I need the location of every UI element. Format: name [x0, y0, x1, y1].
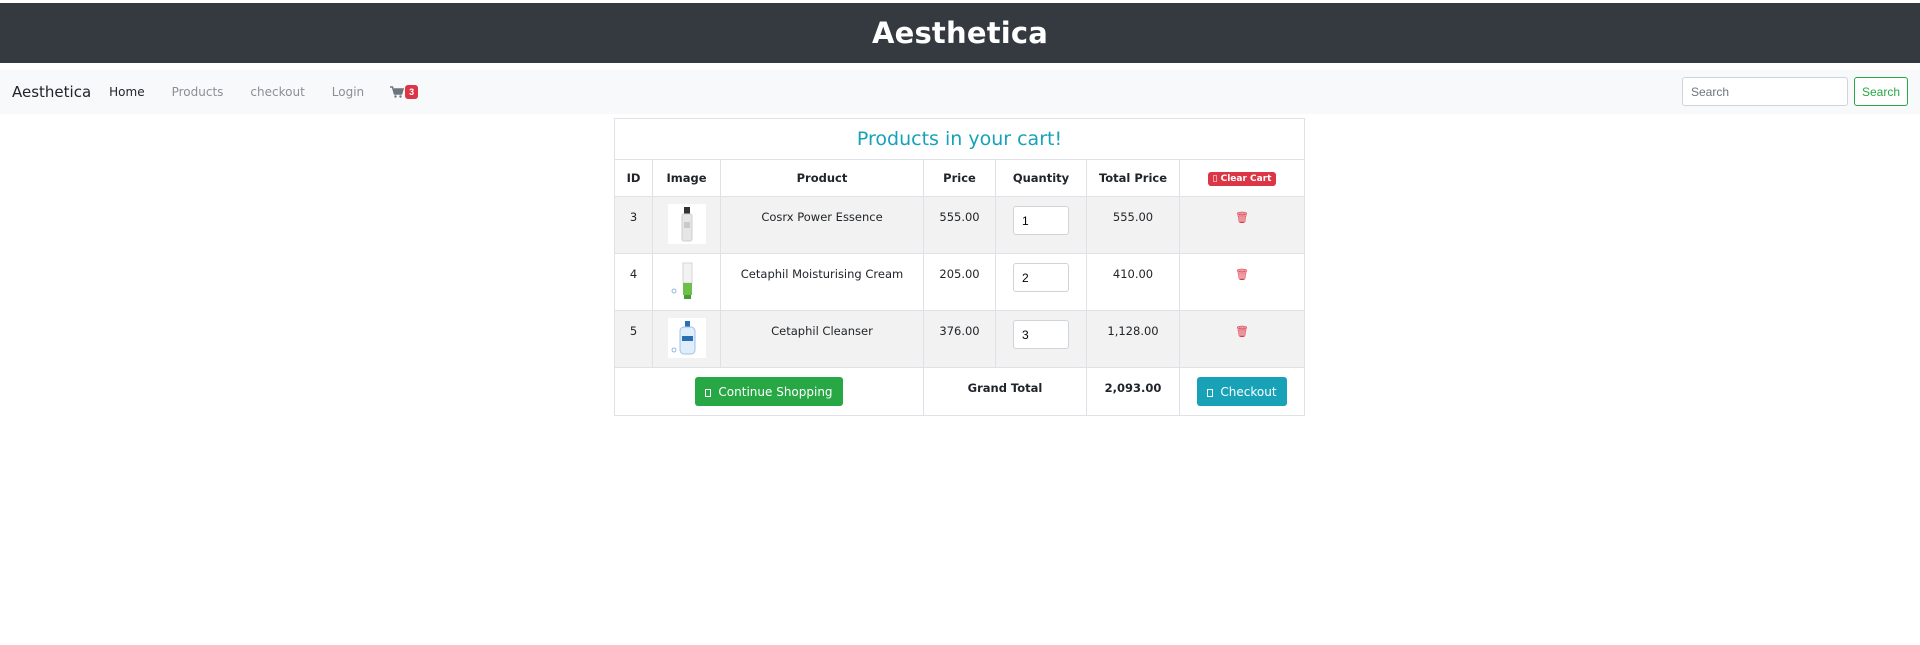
- search-input[interactable]: [1682, 77, 1848, 106]
- continue-cell: Continue Shopping: [614, 367, 924, 416]
- table-row: 5 Cetaphil Cleanser 376.00 1,128.00 🗑: [614, 310, 1305, 368]
- site-title: Aesthetica: [871, 16, 1049, 50]
- quantity-input[interactable]: [1013, 320, 1069, 349]
- product-image: [667, 261, 706, 301]
- row-product: Cosrx Power Essence: [720, 196, 924, 254]
- row-product: Cetaphil Moisturising Cream: [720, 253, 924, 311]
- row-quantity-cell: [995, 310, 1087, 368]
- trash-icon: ▯: [1212, 174, 1221, 184]
- row-price: 205.00: [923, 253, 996, 311]
- row-id: 5: [614, 310, 653, 368]
- col-image: Image: [652, 159, 721, 197]
- navbar-brand[interactable]: Aesthetica: [12, 83, 91, 101]
- site-header: Aesthetica: [0, 3, 1920, 63]
- row-price: 376.00: [923, 310, 996, 368]
- credit-card-icon: [1207, 388, 1214, 397]
- row-image-cell: [652, 253, 721, 311]
- table-row: 4 Cetaphil Moisturising Cream 205.00 410…: [614, 253, 1305, 311]
- clear-cart-button[interactable]: ▯ Clear Cart: [1207, 172, 1277, 186]
- row-total: 410.00: [1086, 253, 1180, 311]
- continue-shopping-button[interactable]: Continue Shopping: [695, 377, 843, 406]
- row-quantity-cell: [995, 196, 1087, 254]
- continue-shopping-label: Continue Shopping: [718, 384, 833, 399]
- grand-total-value: 2,093.00: [1086, 367, 1180, 416]
- col-product: Product: [720, 159, 924, 197]
- shopping-cart-icon: [390, 86, 405, 98]
- nav-checkout[interactable]: checkout: [250, 85, 304, 99]
- row-image-cell: [652, 196, 721, 254]
- cart-caption-cell: Products in your cart!: [614, 118, 1305, 160]
- nav-login[interactable]: Login: [332, 85, 364, 99]
- row-delete-cell: 🗑: [1179, 253, 1305, 311]
- nav-cart[interactable]: 3: [390, 85, 419, 99]
- search-form: Search: [1682, 77, 1908, 106]
- search-button[interactable]: Search: [1854, 77, 1908, 106]
- row-delete-cell: 🗑: [1179, 310, 1305, 368]
- col-price: Price: [923, 159, 996, 197]
- row-product: Cetaphil Cleanser: [720, 310, 924, 368]
- checkout-cell: Checkout: [1179, 367, 1305, 416]
- quantity-input[interactable]: [1013, 206, 1069, 235]
- col-id: ID: [614, 159, 653, 197]
- product-image: [667, 318, 706, 358]
- row-quantity-cell: [995, 253, 1087, 311]
- navbar: Aesthetica Home Products checkout Login …: [0, 70, 1920, 114]
- clear-cart-label: Clear Cart: [1220, 174, 1272, 184]
- delete-item-icon[interactable]: 🗑: [1235, 268, 1249, 281]
- cart-caption: Products in your cart!: [856, 128, 1063, 150]
- row-id: 4: [614, 253, 653, 311]
- table-row: 3 Cosrx Power Essence 555.00 555.00 🗑: [614, 196, 1305, 254]
- nav-products[interactable]: Products: [172, 85, 224, 99]
- cart-table: Products in your cart! ID Image Product …: [614, 118, 1305, 416]
- row-total: 555.00: [1086, 196, 1180, 254]
- col-clear: ▯ Clear Cart: [1179, 159, 1305, 197]
- col-total-price: Total Price: [1086, 159, 1180, 197]
- cart-footer-row: Continue Shopping Grand Total 2,093.00 C…: [614, 367, 1305, 416]
- checkout-label: Checkout: [1220, 384, 1277, 399]
- cart-count-badge: 3: [405, 85, 419, 99]
- quantity-input[interactable]: [1013, 263, 1069, 292]
- nav-home[interactable]: Home: [109, 85, 144, 99]
- cleanser-bottle-image: [667, 318, 706, 358]
- row-image-cell: [652, 310, 721, 368]
- row-id: 3: [614, 196, 653, 254]
- checkout-button[interactable]: Checkout: [1197, 377, 1287, 406]
- arrow-left-icon: [705, 388, 712, 397]
- table-header-row: ID Image Product Price Quantity Total Pr…: [614, 159, 1305, 197]
- serum-bottle-image: [681, 207, 692, 242]
- cream-tube-image: [671, 262, 692, 299]
- row-delete-cell: 🗑: [1179, 196, 1305, 254]
- delete-item-icon[interactable]: 🗑: [1235, 325, 1249, 338]
- delete-item-icon[interactable]: 🗑: [1235, 211, 1249, 224]
- row-price: 555.00: [923, 196, 996, 254]
- row-total: 1,128.00: [1086, 310, 1180, 368]
- product-image: [667, 204, 706, 244]
- col-quantity: Quantity: [995, 159, 1087, 197]
- grand-total-label: Grand Total: [923, 367, 1087, 416]
